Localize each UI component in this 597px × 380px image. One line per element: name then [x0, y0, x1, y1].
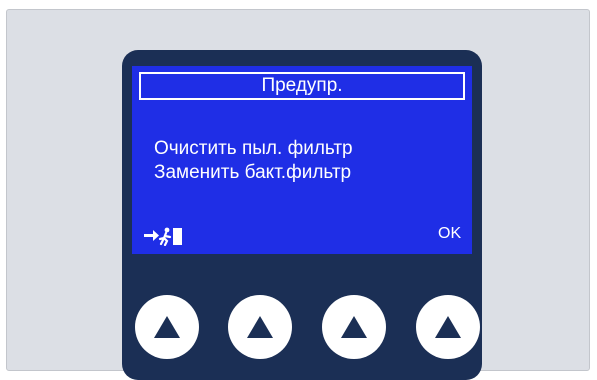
warning-title: Предупр. — [139, 72, 465, 100]
exit-icon — [144, 227, 182, 246]
softkey-button-4[interactable] — [416, 295, 480, 359]
warning-message-bacterial-filter: Заменить бакт.фильтр — [154, 162, 352, 183]
triangle-up-icon — [435, 316, 461, 338]
triangle-up-icon — [154, 316, 180, 338]
triangle-up-icon — [341, 316, 367, 338]
softkey-button-3[interactable] — [322, 295, 386, 359]
warning-message-dust-filter: Очистить пыл. фильтр — [154, 138, 353, 159]
triangle-up-icon — [247, 316, 273, 338]
softkey-button-2[interactable] — [228, 295, 292, 359]
softkey-button-1[interactable] — [135, 295, 199, 359]
ok-softkey-label: OK — [438, 225, 462, 242]
